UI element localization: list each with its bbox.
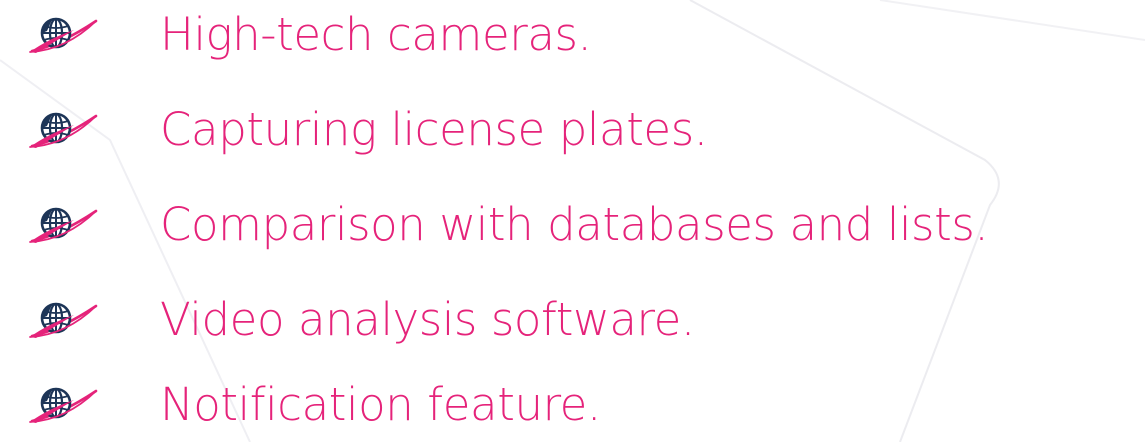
feature-text: Video analysis software. bbox=[160, 293, 695, 346]
list-item: Capturing license plates. bbox=[0, 95, 1145, 165]
list-item: Video analysis software. bbox=[0, 285, 1145, 355]
feature-text: Notification feature. bbox=[160, 378, 601, 431]
globe-swoosh-icon bbox=[26, 15, 100, 57]
globe-swoosh-icon bbox=[26, 110, 100, 152]
list-item: Comparison with databases and lists. bbox=[0, 190, 1145, 260]
feature-text: High-tech cameras. bbox=[160, 8, 592, 61]
list-item: High-tech cameras. bbox=[0, 0, 1145, 70]
globe-swoosh-icon bbox=[26, 385, 100, 427]
feature-text: Comparison with databases and lists. bbox=[160, 198, 989, 251]
feature-text: Capturing license plates. bbox=[160, 103, 708, 156]
list-item: Notification feature. bbox=[0, 370, 1145, 440]
globe-swoosh-icon bbox=[26, 205, 100, 247]
globe-swoosh-icon bbox=[26, 300, 100, 342]
